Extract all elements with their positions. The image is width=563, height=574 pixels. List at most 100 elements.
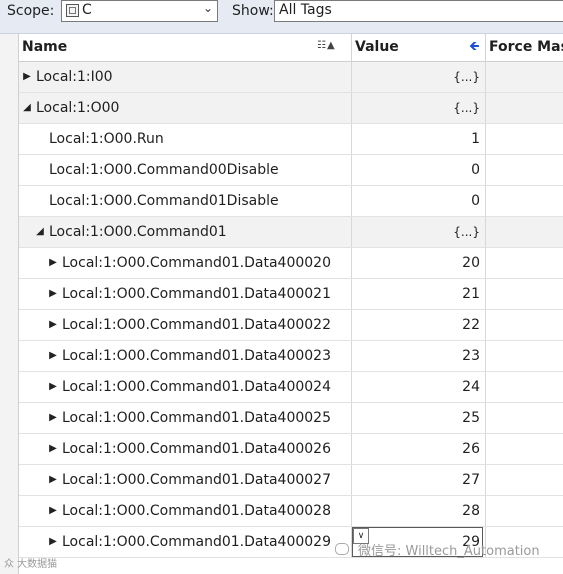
scope-value: C (82, 2, 92, 18)
force-mask-cell[interactable] (486, 372, 563, 402)
expand-icon[interactable]: ▶ (48, 536, 58, 548)
expand-icon[interactable]: ▶ (48, 350, 58, 362)
value-cell[interactable]: 22 (352, 310, 486, 340)
value-cell[interactable]: {...} (352, 62, 486, 92)
table-row[interactable]: ▶ Local:1:I00 {...} (19, 62, 563, 93)
force-mask-cell[interactable] (486, 496, 563, 526)
force-mask-cell[interactable] (486, 124, 563, 154)
force-mask-cell[interactable] (486, 341, 563, 371)
expand-icon[interactable]: ▶ (48, 319, 58, 331)
table-row[interactable]: ▶ Local:1:O00.Command01.Data400023 23 (19, 341, 563, 372)
force-mask-cell[interactable] (486, 62, 563, 92)
toolbar: Scope: C ⌄ Show: All Tags (0, 0, 563, 34)
tag-name: Local:1:O00.Command01.Data400027 (62, 472, 332, 488)
name-cell[interactable]: Local:1:O00.Command00Disable (19, 155, 352, 185)
expand-icon[interactable]: ▶ (48, 288, 58, 300)
name-cell[interactable]: ▶ Local:1:O00.Command01.Data400024 (19, 372, 352, 402)
tag-name: Local:1:O00.Command01.Data400023 (62, 348, 332, 364)
tag-name: Local:1:I00 (36, 69, 113, 85)
column-header-name[interactable]: Name (19, 34, 352, 61)
table-row[interactable]: ▶ Local:1:O00.Command01.Data400021 21 (19, 279, 563, 310)
table-row[interactable]: ▶ Local:1:O00.Command01.Data400022 22 (19, 310, 563, 341)
value-cell[interactable]: 0 (352, 186, 486, 216)
controller-icon (66, 4, 79, 17)
table-row[interactable]: ▶ Local:1:O00.Command01.Data400028 28 (19, 496, 563, 527)
force-mask-cell[interactable] (486, 465, 563, 495)
scope-label: Scope: (7, 3, 55, 19)
force-mask-cell[interactable] (486, 186, 563, 216)
value-cell[interactable]: 25 (352, 403, 486, 433)
tag-name: Local:1:O00.Command01Disable (49, 193, 279, 209)
name-cell[interactable]: ▶ Local:1:O00.Command01.Data400025 (19, 403, 352, 433)
expand-icon[interactable]: ▶ (48, 474, 58, 486)
expand-icon[interactable]: ▶ (48, 381, 58, 393)
force-mask-cell[interactable] (486, 310, 563, 340)
name-cell[interactable]: ▶ Local:1:I00 (19, 62, 352, 92)
wechat-logo-icon (335, 543, 349, 555)
force-mask-cell[interactable] (486, 279, 563, 309)
table-row[interactable]: ▶ Local:1:O00.Command01.Data400026 26 (19, 434, 563, 465)
force-mask-cell[interactable] (486, 155, 563, 185)
value-cell[interactable]: 24 (352, 372, 486, 402)
name-cell[interactable]: ▶ Local:1:O00.Command01.Data400021 (19, 279, 352, 309)
table-row[interactable]: Local:1:O00.Command00Disable 0 (19, 155, 563, 186)
name-cell[interactable]: ▶ Local:1:O00.Command01.Data400027 (19, 465, 352, 495)
value-cell[interactable]: 23 (352, 341, 486, 371)
column-header-force-mask-label: Force Mask (489, 39, 563, 55)
column-header-value-label: Value (355, 39, 399, 55)
tag-name: Local:1:O00.Command01.Data400025 (62, 410, 332, 426)
table-row[interactable]: ◢ Local:1:O00 {...} (19, 93, 563, 124)
tag-name: Local:1:O00.Command01.Data400020 (62, 255, 332, 271)
tag-name: Local:1:O00.Run (49, 131, 164, 147)
name-cell[interactable]: ▶ Local:1:O00.Command01.Data400026 (19, 434, 352, 464)
value-cell[interactable]: 0 (352, 155, 486, 185)
table-row[interactable]: ▶ Local:1:O00.Command01.Data400024 24 (19, 372, 563, 403)
column-header-value[interactable]: Value (352, 34, 486, 61)
value-cell[interactable]: {...} (352, 93, 486, 123)
value-cell[interactable]: 28 (352, 496, 486, 526)
tag-name: Local:1:O00.Command01.Data400021 (62, 286, 332, 302)
name-cell[interactable]: ▶ Local:1:O00.Command01.Data400022 (19, 310, 352, 340)
value-cell[interactable]: 27 (352, 465, 486, 495)
tag-name: Local:1:O00.Command01.Data400029 (62, 534, 332, 550)
force-mask-cell[interactable] (486, 93, 563, 123)
value-cell[interactable]: {...} (352, 217, 486, 247)
expand-icon[interactable]: ▶ (48, 257, 58, 269)
collapse-icon[interactable]: ◢ (35, 226, 45, 238)
sort-filter-icon[interactable]: ☷▲ (317, 40, 336, 51)
value-cell[interactable]: 26 (352, 434, 486, 464)
force-mask-cell[interactable] (486, 403, 563, 433)
force-mask-cell[interactable] (486, 217, 563, 247)
value-cell[interactable]: 20 (352, 248, 486, 278)
column-header-name-label: Name (22, 39, 68, 55)
expand-icon[interactable]: ▶ (22, 71, 32, 83)
name-cell[interactable]: ▶ Local:1:O00.Command01.Data400023 (19, 341, 352, 371)
name-cell[interactable]: ▶ Local:1:O00.Command01.Data400020 (19, 248, 352, 278)
table-row[interactable]: Local:1:O00.Run 1 (19, 124, 563, 155)
table-row[interactable]: Local:1:O00.Command01Disable 0 (19, 186, 563, 217)
expand-icon[interactable]: ▶ (48, 443, 58, 455)
tag-name: Local:1:O00.Command01.Data400022 (62, 317, 332, 333)
name-cell[interactable]: ▶ Local:1:O00.Command01.Data400028 (19, 496, 352, 526)
name-cell[interactable]: ▶ Local:1:O00.Command01.Data400029 (19, 527, 352, 557)
collapse-icon[interactable]: ◢ (22, 102, 32, 114)
column-header-force-mask[interactable]: Force Mask (486, 34, 563, 61)
name-cell[interactable]: Local:1:O00.Command01Disable (19, 186, 352, 216)
expand-icon[interactable]: ▶ (48, 412, 58, 424)
sort-arrow-icon[interactable]: 🡸 (469, 37, 480, 59)
force-mask-cell[interactable] (486, 434, 563, 464)
name-cell[interactable]: Local:1:O00.Run (19, 124, 352, 154)
name-cell[interactable]: ◢ Local:1:O00.Command01 (19, 217, 352, 247)
table-row[interactable]: ▶ Local:1:O00.Command01.Data400027 27 (19, 465, 563, 496)
table-row[interactable]: ◢ Local:1:O00.Command01 {...} (19, 217, 563, 248)
value-cell[interactable]: 1 (352, 124, 486, 154)
show-filter-dropdown[interactable]: All Tags (274, 0, 563, 22)
table-row[interactable]: ▶ Local:1:O00.Command01.Data400025 25 (19, 403, 563, 434)
force-mask-cell[interactable] (486, 248, 563, 278)
chevron-down-icon[interactable]: ⌄ (203, 1, 213, 15)
table-row[interactable]: ▶ Local:1:O00.Command01.Data400020 20 (19, 248, 563, 279)
expand-icon[interactable]: ▶ (48, 505, 58, 517)
name-cell[interactable]: ◢ Local:1:O00 (19, 93, 352, 123)
scope-dropdown[interactable]: C ⌄ (61, 0, 218, 22)
value-cell[interactable]: 21 (352, 279, 486, 309)
